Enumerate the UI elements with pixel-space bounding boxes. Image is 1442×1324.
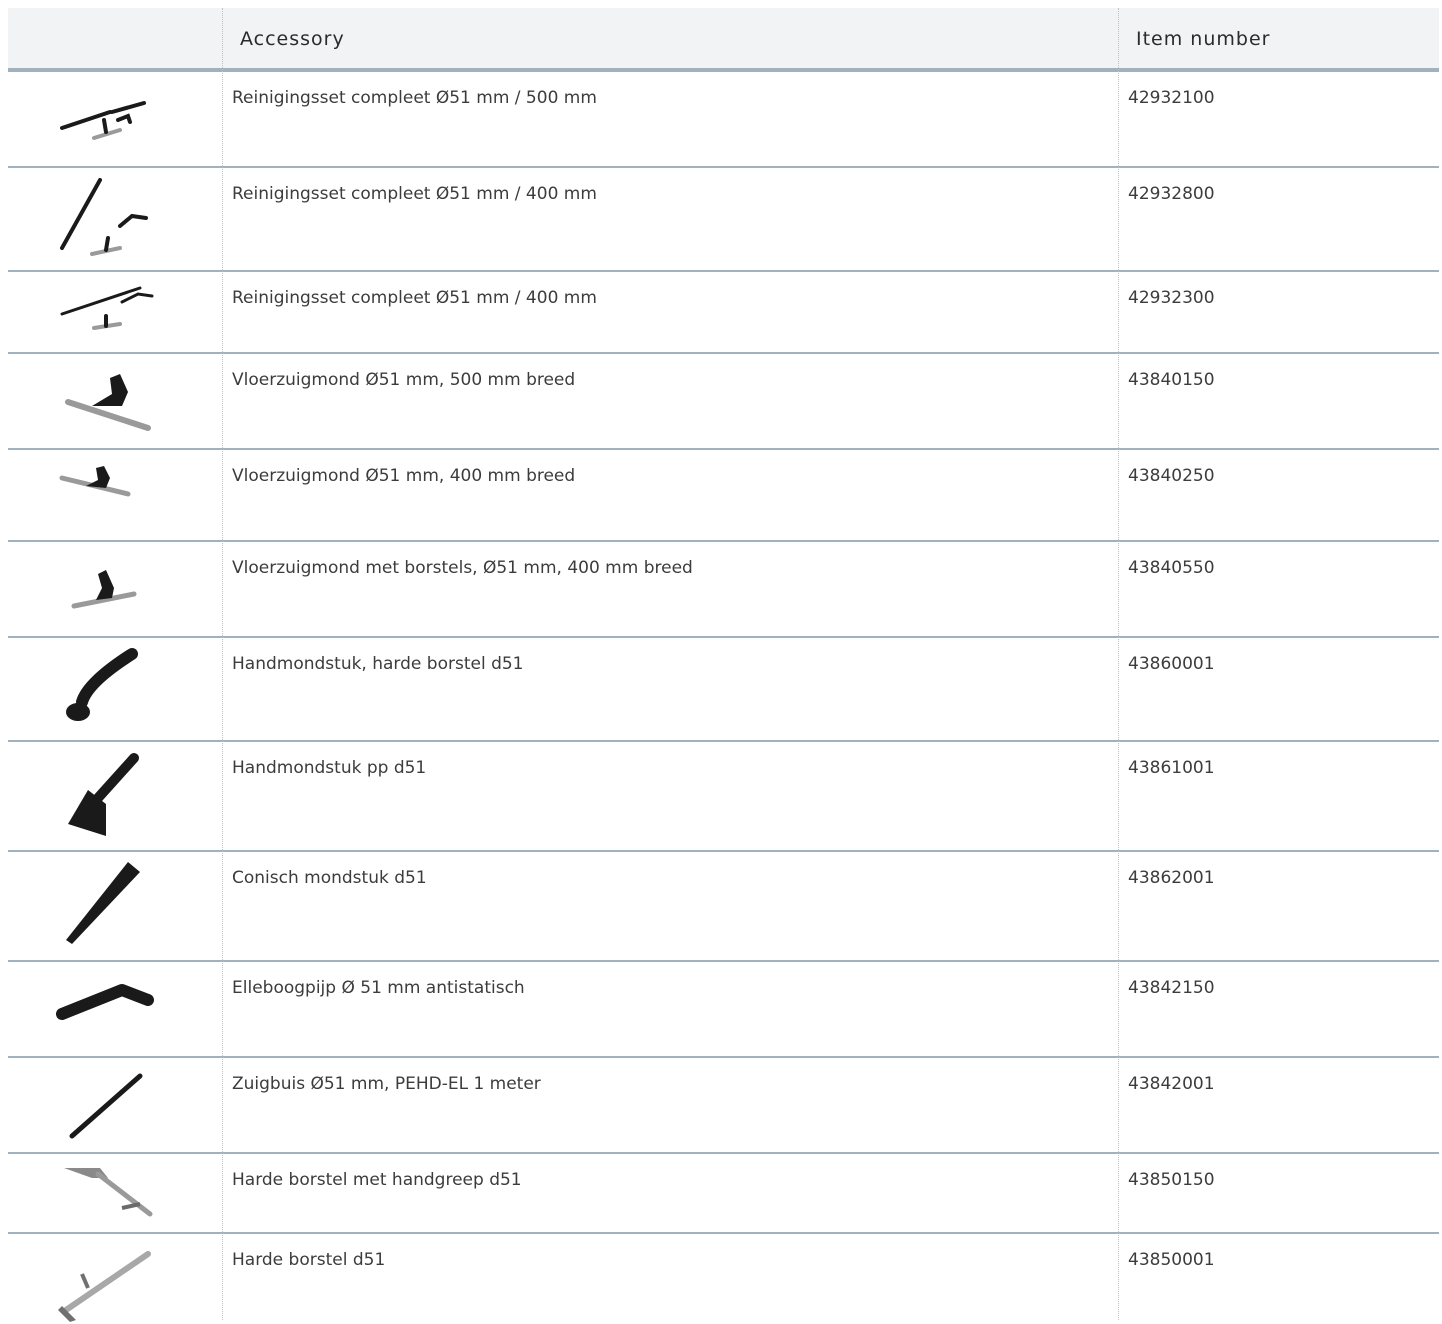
row-item-number: 43840150 — [1128, 370, 1215, 390]
floor-nozzle-icon — [48, 354, 158, 448]
row-item-number: 43842001 — [1128, 1074, 1215, 1094]
row-description: Reinigingsset compleet Ø51 mm / 400 mm — [232, 184, 597, 204]
row-description: Harde borstel d51 — [232, 1250, 386, 1270]
row-description: Handmondstuk pp d51 — [232, 758, 427, 778]
row-item-number: 43850001 — [1128, 1250, 1215, 1270]
squeegee-icon — [48, 1234, 158, 1324]
row-item-number: 42932100 — [1128, 88, 1215, 108]
header-accessory: Accessory — [240, 28, 345, 50]
row-description: Reinigingsset compleet Ø51 mm / 400 mm — [232, 288, 597, 308]
row-description: Reinigingsset compleet Ø51 mm / 500 mm — [232, 88, 597, 108]
row-item-number: 43861001 — [1128, 758, 1215, 778]
row-description: Handmondstuk, harde borstel d51 — [232, 654, 524, 674]
row-description: Zuigbuis Ø51 mm, PEHD-EL 1 meter — [232, 1074, 541, 1094]
row-description: Elleboogpijp Ø 51 mm antistatisch — [232, 978, 525, 998]
floor-nozzle-icon — [48, 450, 158, 540]
row-item-number: 43850150 — [1128, 1170, 1215, 1190]
cleaning-set-icon — [48, 168, 158, 270]
row-item-number: 43840250 — [1128, 466, 1215, 486]
row-item-number: 43842150 — [1128, 978, 1215, 998]
hand-nozzle-icon — [48, 742, 158, 850]
accessories-table: Accessory Item number Reinigingsset comp… — [8, 8, 1439, 1324]
row-description: Harde borstel met handgreep d51 — [232, 1170, 522, 1190]
row-description: Conisch mondstuk d51 — [232, 868, 427, 888]
row-item-number: 42932300 — [1128, 288, 1215, 308]
row-item-number: 43840550 — [1128, 558, 1215, 578]
suction-tube-icon — [48, 1058, 158, 1152]
row-item-number: 43862001 — [1128, 868, 1215, 888]
row-item-number: 42932800 — [1128, 184, 1215, 204]
row-description: Vloerzuigmond Ø51 mm, 400 mm breed — [232, 466, 576, 486]
conical-nozzle-icon — [48, 852, 158, 960]
row-description: Vloerzuigmond Ø51 mm, 500 mm breed — [232, 370, 576, 390]
column-divider — [222, 8, 223, 1320]
cleaning-set-icon — [48, 72, 158, 166]
column-divider — [1118, 8, 1119, 1320]
header-item-number: Item number — [1136, 28, 1271, 50]
row-description: Vloerzuigmond met borstels, Ø51 mm, 400 … — [232, 558, 693, 578]
header-image — [8, 8, 222, 68]
cleaning-set-icon — [48, 272, 158, 352]
floor-nozzle-brush-icon — [48, 542, 158, 636]
row-item-number: 43860001 — [1128, 654, 1215, 674]
elbow-pipe-icon — [48, 962, 158, 1056]
squeegee-handle-icon — [48, 1154, 158, 1232]
hand-nozzle-brush-icon — [48, 638, 158, 740]
